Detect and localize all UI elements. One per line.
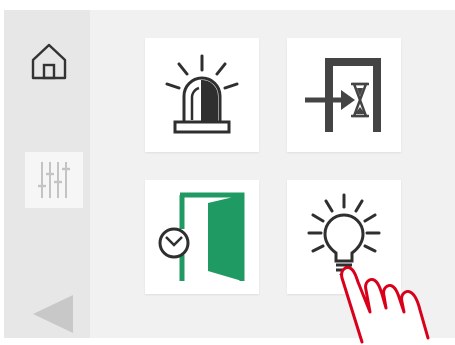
back-arrow-icon xyxy=(33,295,73,333)
home-icon xyxy=(31,43,67,80)
settings-button[interactable] xyxy=(25,152,83,208)
alarm-tile[interactable] xyxy=(145,38,259,152)
siren-icon xyxy=(165,54,239,134)
light-tile[interactable] xyxy=(287,180,401,294)
door-hourglass-icon xyxy=(305,58,381,132)
delayed-exit-tile[interactable] xyxy=(287,38,401,152)
sliders-icon xyxy=(38,162,70,198)
door-timer-tile[interactable] xyxy=(145,180,259,294)
home-button[interactable] xyxy=(28,38,70,84)
back-button[interactable] xyxy=(28,290,78,338)
lightbulb-icon xyxy=(307,193,381,279)
clock-door-icon xyxy=(158,192,245,281)
